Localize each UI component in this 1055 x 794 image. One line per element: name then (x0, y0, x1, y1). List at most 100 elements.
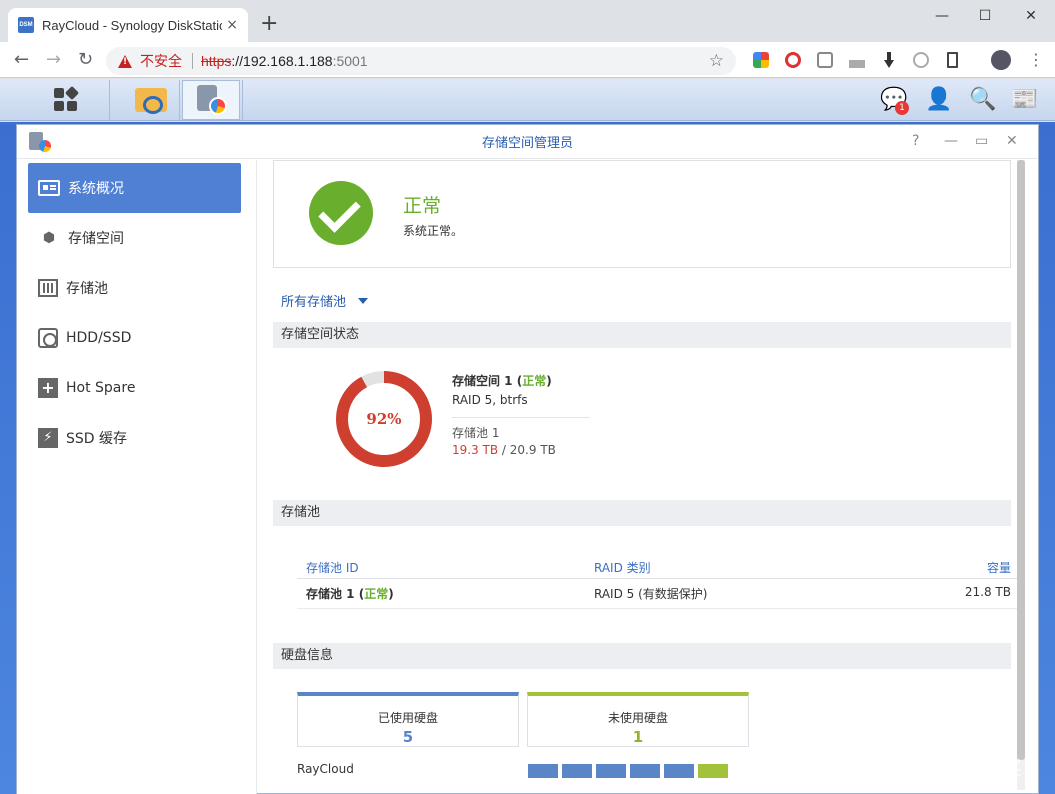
sidebar-item-hot-spare[interactable]: + Hot Spare (28, 363, 241, 413)
column-pool-id[interactable]: 存储池 ID (306, 559, 359, 576)
notification-badge: 1 (895, 101, 909, 115)
extension-target-icon[interactable] (785, 52, 801, 68)
system-status-panel: 正常 系统正常。 (273, 160, 1011, 268)
volume-divider (452, 417, 590, 418)
bookmark-star-icon[interactable]: ☆ (709, 51, 724, 71)
status-title: 正常 (403, 195, 442, 217)
disk-slot-1[interactable] (528, 764, 558, 778)
back-button[interactable]: ← (14, 50, 29, 70)
used-disks-label: 已使用硬盘 (377, 711, 438, 725)
table-row[interactable]: 存储池 1 (正常) RAID 5 (有数据保护) 21.8 TB (297, 579, 1019, 609)
content-scrollbar[interactable] (1017, 160, 1025, 790)
main-menu-icon (53, 85, 79, 112)
taskbar-divider (242, 80, 243, 120)
sidebar-item-label: Hot Spare (66, 380, 136, 396)
user-icon[interactable]: 👤 (925, 87, 952, 113)
bookmark-icon[interactable] (947, 52, 958, 68)
download-icon[interactable] (884, 52, 894, 68)
unused-disks-label: 未使用硬盘 (607, 711, 668, 725)
file-station-icon (134, 88, 167, 114)
column-capacity[interactable]: 容量 (987, 559, 1011, 576)
sidebar-item-storage-pool[interactable]: 存储池 (28, 263, 241, 313)
browser-tab[interactable]: DSM RayCloud - Synology DiskStation × (8, 8, 248, 42)
storage-manager-taskbar-button[interactable] (182, 80, 240, 120)
close-button[interactable]: ✕ (1006, 133, 1018, 149)
volume-name-text: 存储空间 1 (452, 374, 513, 388)
extension-cursor-icon[interactable] (913, 52, 929, 68)
sidebar-item-hdd-ssd[interactable]: HDD/SSD (28, 313, 241, 363)
pool-filter-label: 所有存储池 (281, 295, 347, 310)
volume-status-header: 存储空间状态 (273, 322, 1011, 348)
unused-disks-card[interactable]: 未使用硬盘 1 (527, 692, 749, 747)
extension-clipboard-icon[interactable] (817, 52, 833, 68)
column-raid-type[interactable]: RAID 类别 (594, 559, 651, 576)
tab-title: RayCloud - Synology DiskStation (42, 17, 222, 33)
minimize-button[interactable]: — (944, 133, 958, 149)
disk-slot-3[interactable] (596, 764, 626, 778)
address-bar[interactable]: ! 不安全 https://192.168.1.188:5001 ☆ (106, 47, 736, 75)
volume-name[interactable]: 存储空间 1 (正常) (452, 372, 552, 389)
watermark-icon: 值 (888, 752, 916, 781)
scrollbar-thumb[interactable] (1017, 160, 1025, 760)
sidebar: 系统概况 ⬢ 存储空间 存储池 HDD/SSD + Hot Spare ⚡ SS… (17, 160, 257, 794)
forward-button[interactable]: → (46, 50, 61, 70)
volume-pool: 存储池 1 (452, 426, 500, 440)
caret-down-icon (358, 297, 369, 304)
browser-menu-icon[interactable]: ⋮ (1028, 50, 1044, 70)
sidebar-item-ssd-cache[interactable]: ⚡ SSD 缓存 (28, 413, 241, 463)
nas-name: RayCloud (297, 762, 354, 776)
extension-home-icon[interactable] (849, 52, 865, 68)
status-paren-close: ) (546, 374, 552, 388)
search-icon[interactable]: 🔍 (969, 87, 996, 113)
storage-manager-window: 存储空间管理员 ? — ▭ ✕ 系统概况 ⬢ 存储空间 存储池 HDD/SSD … (16, 124, 1039, 794)
security-label[interactable]: 不安全 (140, 51, 182, 71)
warning-icon: ! (118, 54, 132, 68)
disk-slot-4[interactable] (630, 764, 660, 778)
disk-slot-5[interactable] (664, 764, 694, 778)
status-paren-open: ( (512, 374, 523, 388)
usage-separator: / (498, 443, 510, 457)
window-maximize-button[interactable]: ☐ (962, 6, 1008, 26)
help-button[interactable]: ? (912, 133, 919, 149)
pool-status: 正常 (364, 587, 389, 601)
disk-slot-6[interactable] (698, 764, 728, 778)
tab-close-icon[interactable]: × (226, 17, 238, 33)
widgets-icon[interactable]: 📰 (1011, 87, 1038, 113)
hot-spare-icon: + (38, 378, 58, 398)
url-port: :5001 (332, 53, 368, 69)
disk-slot-2[interactable] (562, 764, 592, 778)
pool-id: 存储池 1 (306, 587, 355, 601)
window-minimize-button[interactable]: — (919, 6, 965, 26)
reload-button[interactable]: ↻ (78, 50, 93, 70)
window-titlebar[interactable]: 存储空间管理员 ? — ▭ ✕ (17, 125, 1038, 159)
pool-capacity-cell: 21.8 TB (964, 585, 1011, 599)
sidebar-item-label: 存储空间 (68, 231, 124, 247)
unused-disks-count: 1 (632, 728, 644, 746)
hdd-icon (38, 328, 58, 348)
pool-id-cell: 存储池 1 (正常) (306, 585, 394, 602)
pool-filter-dropdown[interactable]: 所有存储池 (281, 291, 369, 310)
overview-icon (38, 180, 60, 196)
status-paren-open: ( (354, 587, 365, 601)
sidebar-item-volume[interactable]: ⬢ 存储空间 (28, 213, 241, 263)
used-disks-count: 5 (402, 728, 414, 746)
pool-table-header: 存储池 ID RAID 类别 容量 (297, 553, 1019, 579)
maximize-button[interactable]: ▭ (975, 133, 988, 149)
used-disks-card[interactable]: 已使用硬盘 5 (297, 692, 519, 747)
watermark: 值 什么值得买 (888, 752, 1022, 781)
main-menu-button[interactable] (22, 80, 110, 120)
storage-pool-icon (38, 279, 58, 297)
window-title: 存储空间管理员 (481, 136, 573, 151)
status-description: 系统正常。 (403, 224, 464, 238)
file-station-button[interactable] (122, 80, 180, 120)
volume-raid-info: RAID 5, btrfs (452, 393, 528, 407)
ssd-cache-icon: ⚡ (38, 428, 58, 448)
window-close-button[interactable]: ✕ (1008, 6, 1054, 26)
profile-avatar[interactable] (991, 50, 1011, 70)
overview-content: 正常 系统正常。 所有存储池 存储空间状态 92% 存储空间 1 (正常) RA… (273, 160, 1025, 794)
dsm-taskbar: 💬 👤 🔍 📰 (0, 79, 1055, 121)
new-tab-button[interactable]: + (260, 12, 278, 36)
check-circle-icon (309, 181, 373, 245)
sidebar-item-overview[interactable]: 系统概况 (28, 163, 241, 213)
extension-color-icon[interactable] (753, 52, 769, 68)
